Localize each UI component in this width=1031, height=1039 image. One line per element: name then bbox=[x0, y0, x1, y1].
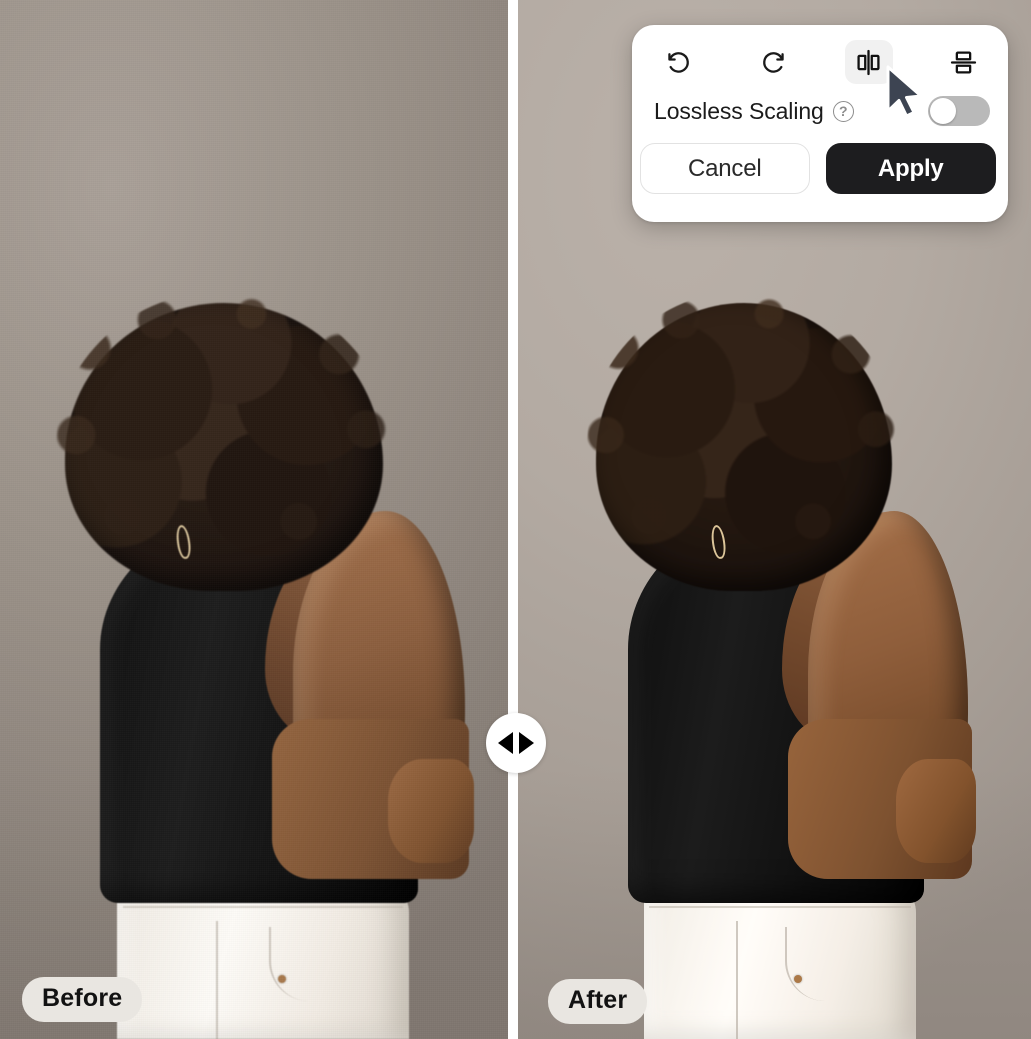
comparison-slider-handle[interactable] bbox=[486, 713, 546, 773]
rotate-ccw-icon bbox=[667, 51, 689, 73]
curly-hair bbox=[587, 291, 901, 591]
lossless-scaling-label: Lossless Scaling bbox=[654, 97, 824, 124]
redo-button[interactable] bbox=[749, 40, 797, 84]
flip-vertical-icon bbox=[951, 50, 977, 74]
jeans-pocket bbox=[785, 927, 867, 1001]
after-badge: After bbox=[548, 979, 648, 1024]
undo-button[interactable] bbox=[654, 40, 702, 84]
apply-button[interactable]: Apply bbox=[825, 143, 996, 194]
flip-horizontal-icon bbox=[857, 49, 880, 75]
lossless-scaling-toggle[interactable] bbox=[928, 96, 990, 126]
flip-vertical-button[interactable] bbox=[940, 40, 988, 84]
white-jeans bbox=[644, 879, 916, 1039]
panel-actions: Cancel Apply bbox=[632, 133, 1008, 194]
jeans-rivet bbox=[793, 975, 802, 983]
toggle-knob bbox=[930, 98, 956, 124]
arrow-right-icon bbox=[519, 732, 534, 754]
cancel-button[interactable]: Cancel bbox=[640, 143, 810, 194]
before-badge: Before bbox=[22, 977, 143, 1022]
after-portrait-subject bbox=[580, 239, 980, 1039]
jeans-seam bbox=[736, 920, 739, 1039]
transform-toolbar bbox=[632, 25, 1008, 89]
arrow-left-icon bbox=[498, 732, 513, 754]
comparison-divider-line bbox=[508, 0, 518, 1039]
hand bbox=[896, 759, 976, 863]
help-icon[interactable]: ? bbox=[832, 100, 854, 122]
image-upscaler-comparison-screen: Before After Lossless Scaling ? Cancel A… bbox=[0, 0, 1031, 1039]
flip-horizontal-button[interactable] bbox=[844, 40, 893, 84]
before-image-pane[interactable] bbox=[0, 0, 508, 1039]
hair-curl-texture bbox=[587, 291, 901, 580]
edit-tools-panel: Lossless Scaling ? Cancel Apply bbox=[632, 25, 1008, 222]
lossless-scaling-row: Lossless Scaling ? bbox=[632, 89, 1008, 133]
before-image-grain bbox=[0, 0, 508, 1039]
rotate-cw-icon bbox=[762, 51, 784, 73]
